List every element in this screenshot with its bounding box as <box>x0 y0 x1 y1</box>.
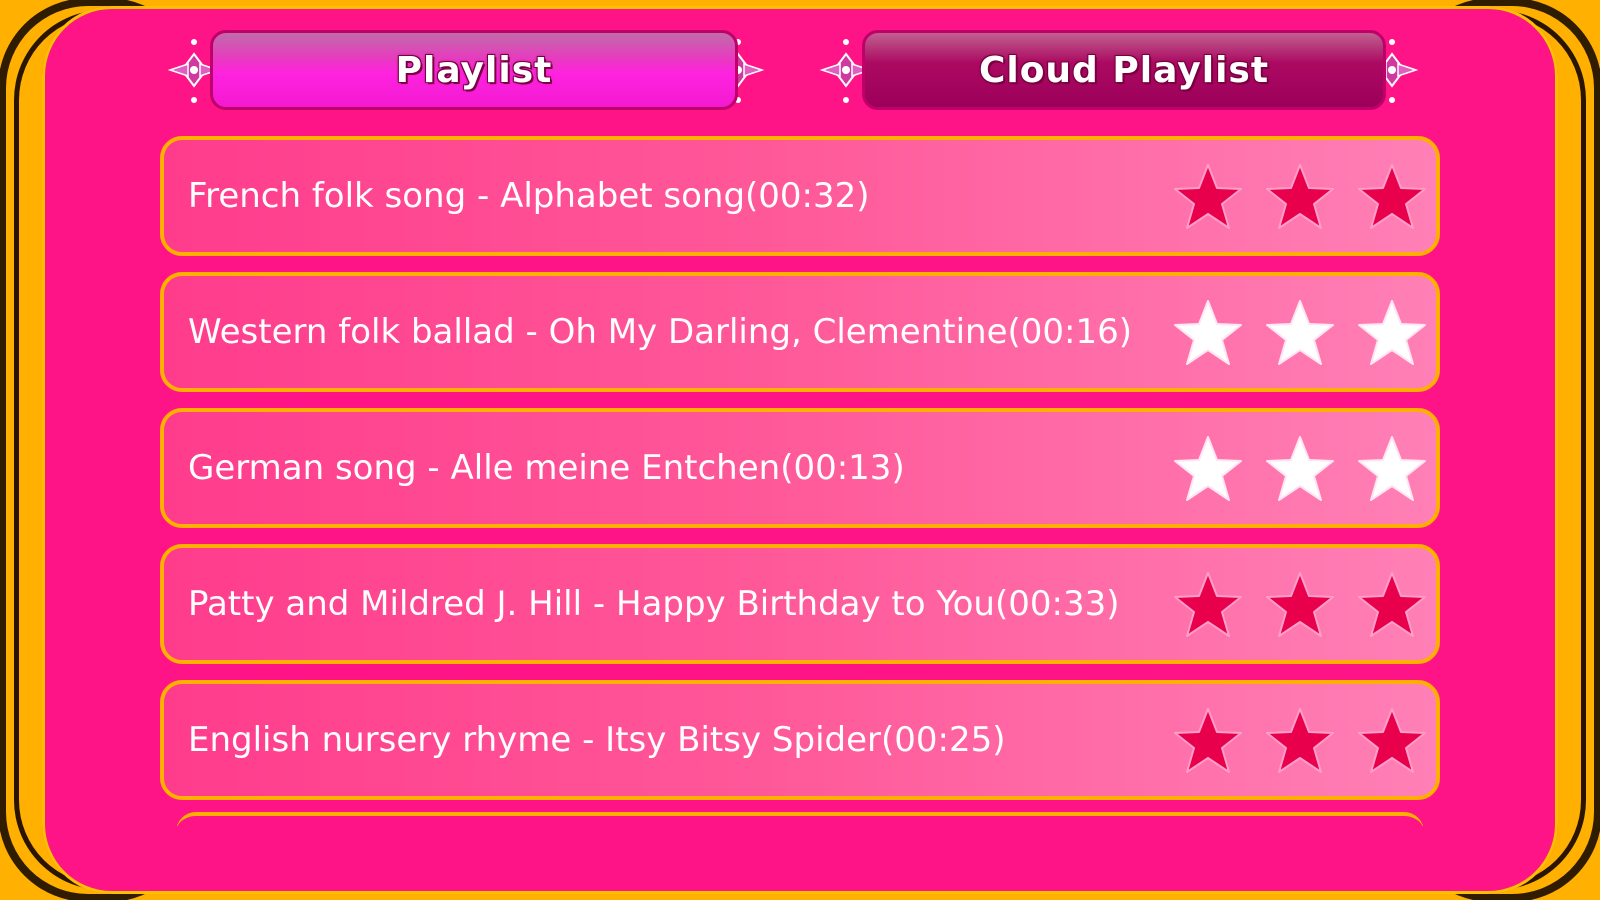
star-icon <box>1174 572 1242 637</box>
song-row[interactable]: English nursery rhyme - Itsy Bitsy Spide… <box>160 680 1440 800</box>
song-row[interactable]: Western folk ballad - Oh My Darling, Cle… <box>160 272 1440 392</box>
star-icon <box>1358 300 1426 365</box>
star-icon <box>1174 300 1242 365</box>
rating-stars <box>1172 706 1428 776</box>
song-row[interactable]: Patty and Mildred J. Hill - Happy Birthd… <box>160 544 1440 664</box>
song-title: German song - Alle meine Entchen(00:13) <box>188 448 905 488</box>
song-title: Western folk ballad - Oh My Darling, Cle… <box>188 312 1133 352</box>
song-row-partial <box>176 812 1424 826</box>
tab-cloud-playlist-label: Cloud Playlist <box>978 49 1270 91</box>
star-icon <box>1174 164 1242 229</box>
song-title: Patty and Mildred J. Hill - Happy Birthd… <box>188 584 1120 624</box>
star-icon <box>1266 300 1334 365</box>
star-icon <box>1266 164 1334 229</box>
song-list[interactable]: French folk song - Alphabet song(00:32) … <box>160 136 1440 826</box>
star-icon <box>1358 164 1426 229</box>
song-row[interactable]: German song - Alle meine Entchen(00:13) <box>160 408 1440 528</box>
star-icon <box>1358 708 1426 773</box>
star-icon <box>1358 572 1426 637</box>
star-icon <box>1266 436 1334 501</box>
tab-playlist-label: Playlist <box>395 49 553 91</box>
rating-stars <box>1172 162 1428 232</box>
star-icon <box>1266 572 1334 637</box>
tab-playlist[interactable]: Playlist <box>210 30 738 110</box>
game-screen: Playlist Cloud Playlist French folk song… <box>0 0 1600 900</box>
star-icon <box>1358 436 1426 501</box>
rating-stars <box>1172 434 1428 504</box>
star-icon <box>1174 708 1242 773</box>
star-icon <box>1266 708 1334 773</box>
rating-stars <box>1172 298 1428 368</box>
song-row[interactable]: French folk song - Alphabet song(00:32) <box>160 136 1440 256</box>
song-title: English nursery rhyme - Itsy Bitsy Spide… <box>188 720 1006 760</box>
rating-stars <box>1172 570 1428 640</box>
tab-cloud-playlist[interactable]: Cloud Playlist <box>862 30 1386 110</box>
song-title: French folk song - Alphabet song(00:32) <box>188 176 870 216</box>
star-icon <box>1174 436 1242 501</box>
